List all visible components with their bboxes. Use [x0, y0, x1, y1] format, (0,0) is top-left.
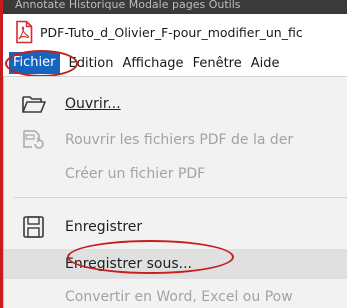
menu-item-creer-pdf-label: Créer un fichier PDF [65, 166, 206, 182]
annotation-circle-enregistrer-sous [67, 240, 234, 274]
menu-item-ouvrir[interactable]: Ouvrir... [4, 89, 347, 119]
menu-affichage[interactable]: Affichage [122, 56, 183, 71]
menu-aide[interactable]: Aide [251, 56, 280, 71]
menu-fenetre[interactable]: Fenêtre [193, 56, 242, 71]
menu-separator [14, 197, 347, 198]
menu-item-rouvrir-label: Rouvrir les fichiers PDF de la der [65, 132, 294, 148]
menu-item-creer-pdf[interactable]: Créer un fichier PDF [4, 159, 347, 189]
menu-item-rouvrir[interactable]: Rouvrir les fichiers PDF de la der [4, 125, 347, 155]
menu-item-ouvrir-label: Ouvrir... [65, 96, 121, 112]
window-title: PDF-Tuto_d_Olivier_F-pour_modifier_un_fi… [40, 24, 303, 40]
menu-item-enregistrer[interactable]: Enregistrer [4, 212, 347, 242]
background-menu-text: Annotate Historique Modale pages Outils [15, 0, 241, 11]
menu-item-enregistrer-label: Enregistrer [65, 219, 143, 235]
save-icon [23, 216, 44, 238]
menu-item-convertir-label: Convertir en Word, Excel ou Pow [65, 289, 293, 305]
menu-item-convertir[interactable]: Convertir en Word, Excel ou Pow [4, 282, 347, 308]
reopen-files-icon [23, 130, 44, 149]
background-window-strip: Annotate Historique Modale pages Outils [3, 0, 347, 14]
annotation-circle-fichier [5, 50, 78, 77]
app-window: Annotate Historique Modale pages Outils … [0, 0, 347, 308]
folder-open-icon [22, 96, 46, 113]
pdf-file-icon [16, 20, 33, 44]
title-bar: PDF-Tuto_d_Olivier_F-pour_modifier_un_fi… [3, 14, 347, 50]
